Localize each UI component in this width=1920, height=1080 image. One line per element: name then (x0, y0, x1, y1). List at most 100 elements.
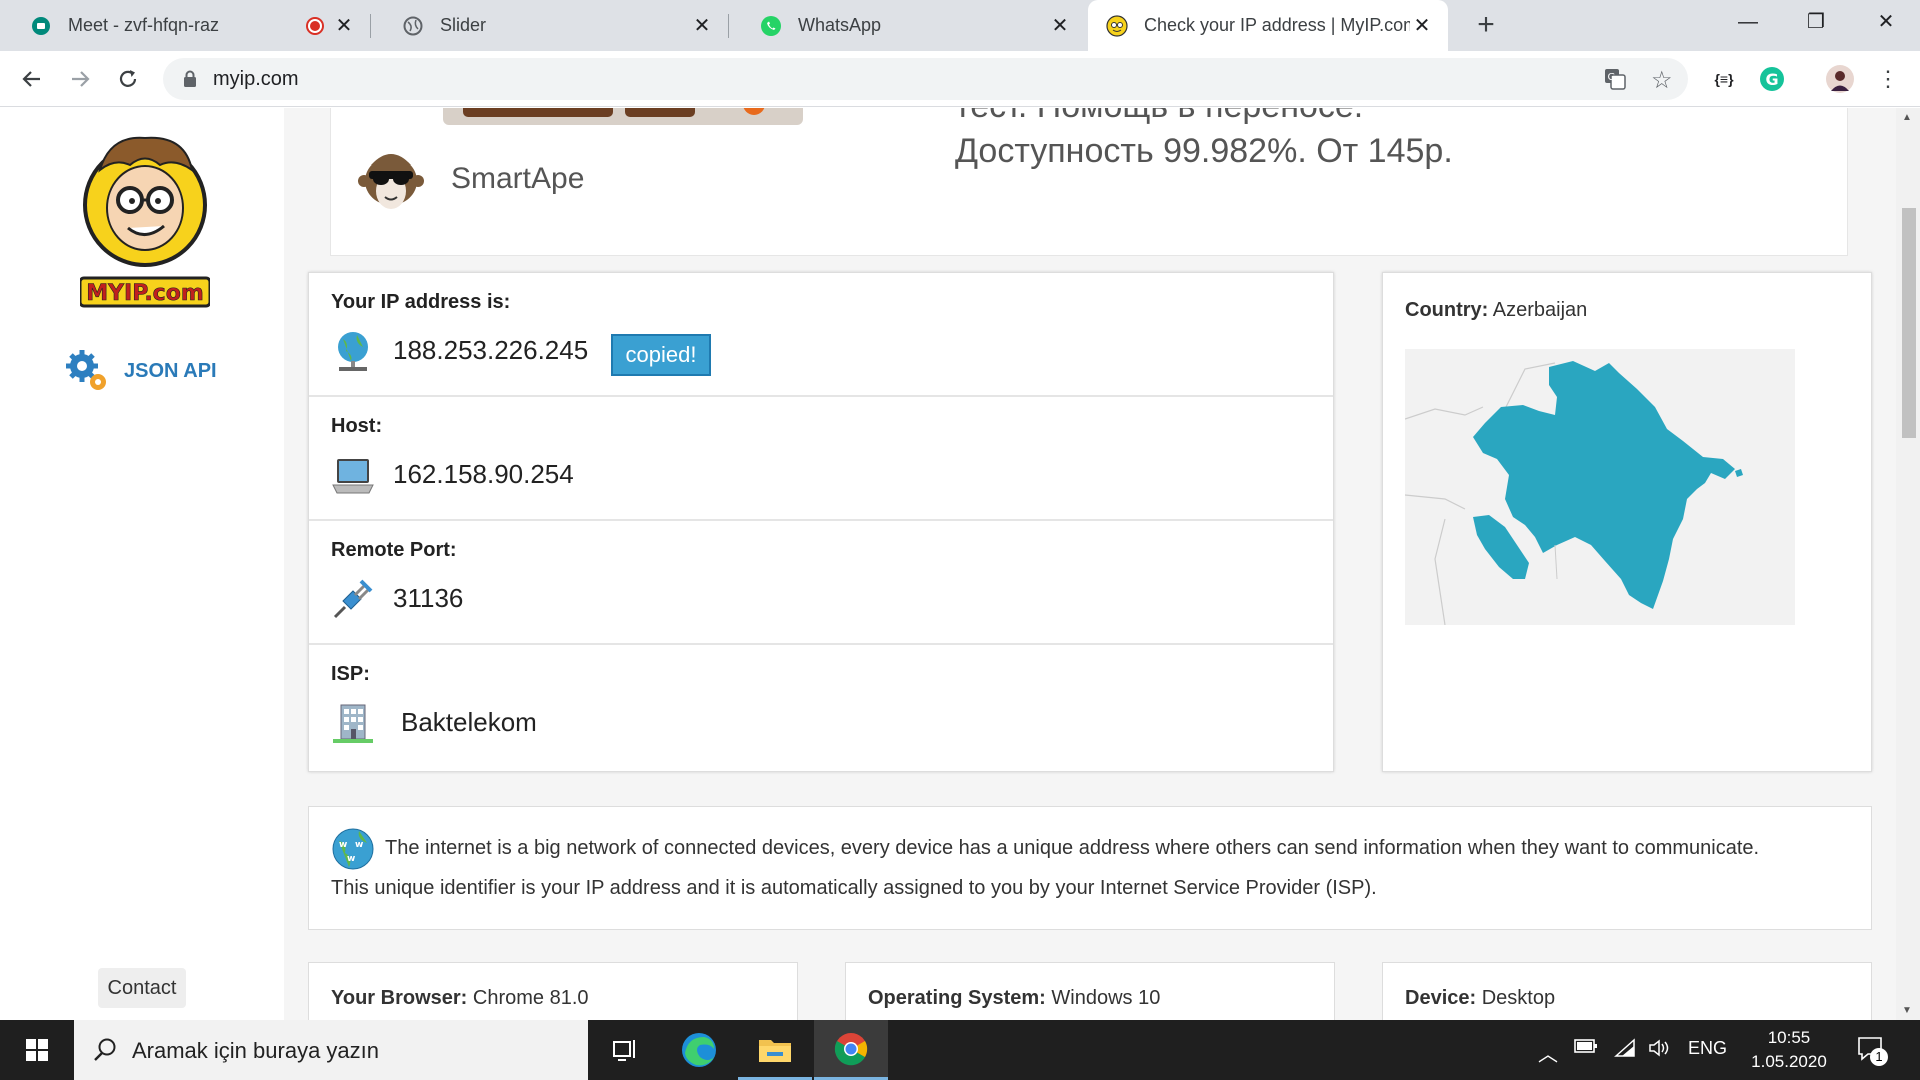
windows-taskbar: Aramak için buraya yazın ︿ ENG 10:55 1.0… (0, 1020, 1920, 1080)
isp-label: ISP: (331, 663, 370, 685)
sidebar: MYIP.com JSON API Contact (0, 108, 284, 1020)
ad-brand-name: SmartApe (451, 162, 585, 195)
ad-subline: Доступность 99.982%. От 145р. (955, 132, 1453, 170)
reload-icon (119, 70, 137, 87)
json-api-label: JSON API (124, 359, 217, 382)
chrome-menu-button[interactable]: ⋮ (1872, 63, 1904, 95)
notification-badge: 1 (1870, 1048, 1888, 1066)
contact-button[interactable]: Contact (98, 968, 186, 1008)
ad-brand: SmartApe (351, 139, 584, 219)
isp-value: Baktelekom (401, 707, 537, 737)
taskbar-edge[interactable] (662, 1020, 736, 1080)
port-label: Remote Port: (331, 539, 457, 561)
browser-label: Your Browser: (331, 987, 468, 1009)
building-icon (331, 701, 375, 745)
isp-row: ISP: Baktelekom (309, 645, 1333, 769)
json-viewer-extension-icon[interactable]: {≡} (1708, 63, 1740, 95)
start-button[interactable] (0, 1020, 74, 1080)
tab-title: WhatsApp (798, 15, 882, 35)
json-api-link[interactable]: JSON API (64, 348, 217, 394)
profile-avatar[interactable] (1824, 63, 1856, 95)
task-view-button[interactable] (588, 1020, 662, 1080)
minimize-button[interactable]: — (1714, 0, 1782, 44)
tab-meet[interactable]: Meet - zvf-hfqn-raz ✕ (0, 0, 370, 51)
close-tab-icon[interactable]: ✕ (1048, 13, 1072, 38)
recording-icon (306, 16, 324, 35)
host-value: 162.158.90.254 (393, 459, 574, 489)
ip-row: Your IP address is: 188.253.226.245 copi… (309, 273, 1333, 397)
svg-text:G: G (1608, 72, 1616, 83)
tab-title: Meet - zvf-hfqn-raz (68, 15, 220, 35)
svg-text:MYIP.com: MYIP.com (86, 281, 204, 306)
explanation-line-2: This unique identifier is your IP addres… (331, 877, 1377, 899)
laptop-icon (331, 453, 375, 497)
clock-date: 1.05.2020 (1751, 1052, 1827, 1071)
close-tab-icon[interactable]: ✕ (690, 13, 714, 38)
back-button[interactable] (14, 61, 50, 97)
tab-whatsapp[interactable]: WhatsApp ✕ (730, 0, 1086, 51)
forward-button[interactable] (62, 61, 98, 97)
close-tab-icon[interactable]: ✕ (1410, 13, 1434, 38)
svg-text:w: w (355, 840, 363, 850)
svg-text:w: w (339, 840, 347, 850)
battery-icon[interactable] (1574, 1038, 1598, 1059)
scroll-up-arrow-icon[interactable]: ▲ (1902, 112, 1912, 123)
tab-separator (728, 14, 729, 38)
ip-value[interactable]: 188.253.226.245 (393, 335, 588, 366)
close-window-button[interactable]: ✕ (1852, 0, 1920, 44)
device-label: Device: (1405, 987, 1477, 1009)
restore-button[interactable]: ❐ (1782, 0, 1850, 44)
language-indicator[interactable]: ENG (1688, 1038, 1727, 1059)
translate-icon[interactable]: G (1603, 67, 1627, 96)
scrollbar-thumb[interactable] (1902, 208, 1916, 438)
tab-separator (370, 14, 371, 38)
tab-myip[interactable]: Check your IP address | MyIP.com ✕ (1088, 0, 1448, 51)
browser-toolbar: myip.com G ☆ {≡} G ⋮ (0, 51, 1920, 107)
address-bar[interactable]: myip.com G ☆ (163, 58, 1688, 100)
grammarly-extension-icon[interactable]: G (1756, 63, 1788, 95)
search-placeholder: Aramak için buraya yazın (132, 1038, 379, 1063)
system-clock[interactable]: 10:55 1.05.2020 (1744, 1026, 1834, 1074)
device-value: Desktop (1481, 987, 1556, 1009)
ip-explanation-card: www The internet is a big network of con… (308, 806, 1872, 930)
www-globe-icon: www (331, 827, 375, 871)
host-row: Host: 162.158.90.254 (309, 397, 1333, 521)
country-card: Country: Azerbaijan (1382, 272, 1872, 772)
whatsapp-icon (760, 15, 782, 37)
os-label: Operating System: (868, 987, 1046, 1009)
taskbar-search-box[interactable]: Aramak için buraya yazın (74, 1020, 588, 1080)
copied-badge: copied! (611, 334, 711, 376)
browser-card: Your Browser: Chrome 81.0 (308, 962, 798, 1020)
wifi-icon[interactable] (1614, 1038, 1636, 1063)
new-tab-button[interactable]: + (1468, 8, 1504, 44)
taskbar-chrome[interactable] (814, 1020, 888, 1080)
ad-banner[interactable]: SmartApe тест. Помощь в переносе. Доступ… (330, 108, 1848, 256)
search-icon (94, 1038, 116, 1061)
browser-value: Chrome 81.0 (472, 987, 589, 1009)
notification-center-button[interactable]: 1 (1856, 1034, 1888, 1069)
page-scrollbar[interactable]: ▲ ▼ (1896, 108, 1920, 1020)
tab-slider[interactable]: Slider ✕ (372, 0, 728, 51)
taskbar-file-explorer[interactable] (738, 1020, 812, 1080)
country-value: Azerbaijan (1492, 299, 1588, 321)
plug-connector-icon (331, 577, 375, 621)
back-arrow-icon (22, 71, 40, 87)
os-line: Operating System: Windows 10 (868, 987, 1160, 1010)
device-card: Device: Desktop (1382, 962, 1872, 1020)
show-hidden-icons-button[interactable]: ︿ (1538, 1038, 1558, 1067)
clock-time: 10:55 (1767, 1028, 1811, 1047)
country-label: Country: (1405, 299, 1489, 321)
myip-logo[interactable]: MYIP.com (78, 130, 212, 310)
os-value: Windows 10 (1051, 987, 1161, 1009)
browser-line: Your Browser: Chrome 81.0 (331, 987, 589, 1010)
country-map[interactable] (1404, 349, 1795, 626)
bookmark-star-icon[interactable]: ☆ (1651, 66, 1673, 95)
ip-info-card: Your IP address is: 188.253.226.245 copi… (308, 272, 1334, 772)
url-text: myip.com (213, 68, 299, 90)
scroll-down-arrow-icon[interactable]: ▼ (1902, 1005, 1912, 1016)
close-tab-icon[interactable]: ✕ (332, 13, 356, 38)
volume-icon[interactable] (1648, 1038, 1672, 1063)
explanation-line-1: The internet is a big network of connect… (385, 837, 1760, 859)
country-line: Country: Azerbaijan (1405, 299, 1587, 322)
reload-button[interactable] (110, 61, 146, 97)
